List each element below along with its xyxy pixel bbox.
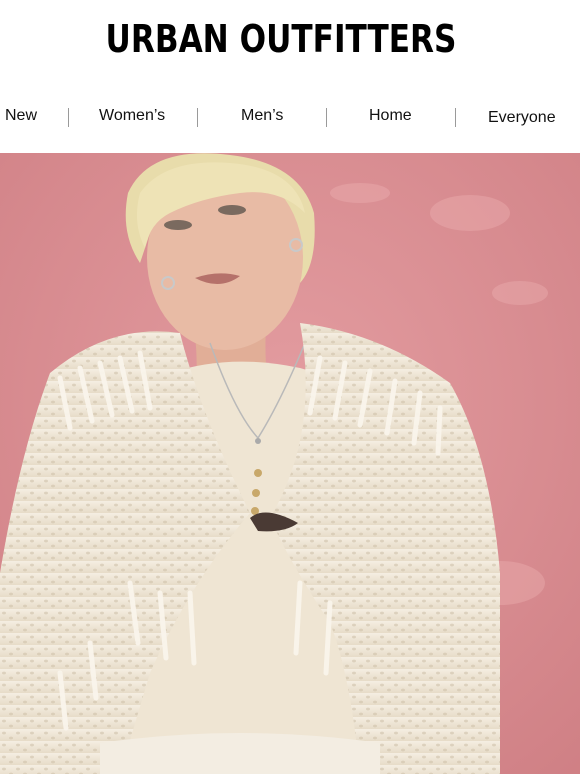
- nav-item-womens[interactable]: Women’s: [99, 107, 165, 125]
- nav-divider: [326, 108, 327, 127]
- model-photo-icon: [0, 153, 580, 774]
- header: URBAN OUTFITTERS: [0, 0, 580, 82]
- email-page: URBAN OUTFITTERS New Women’s Men’s Home …: [0, 0, 580, 774]
- nav-item-home[interactable]: Home: [369, 107, 412, 125]
- nav-item-new[interactable]: New: [5, 107, 37, 125]
- hero-image[interactable]: [0, 153, 580, 774]
- nav-item-mens[interactable]: Men’s: [241, 107, 283, 125]
- brand-logo[interactable]: URBAN OUTFITTERS: [106, 17, 457, 61]
- nav-divider: [455, 108, 456, 127]
- nav-item-everyone[interactable]: Everyone: [488, 109, 556, 127]
- nav-divider: [197, 108, 198, 127]
- category-nav: New Women’s Men’s Home Everyone: [0, 100, 580, 134]
- nav-divider: [68, 108, 69, 127]
